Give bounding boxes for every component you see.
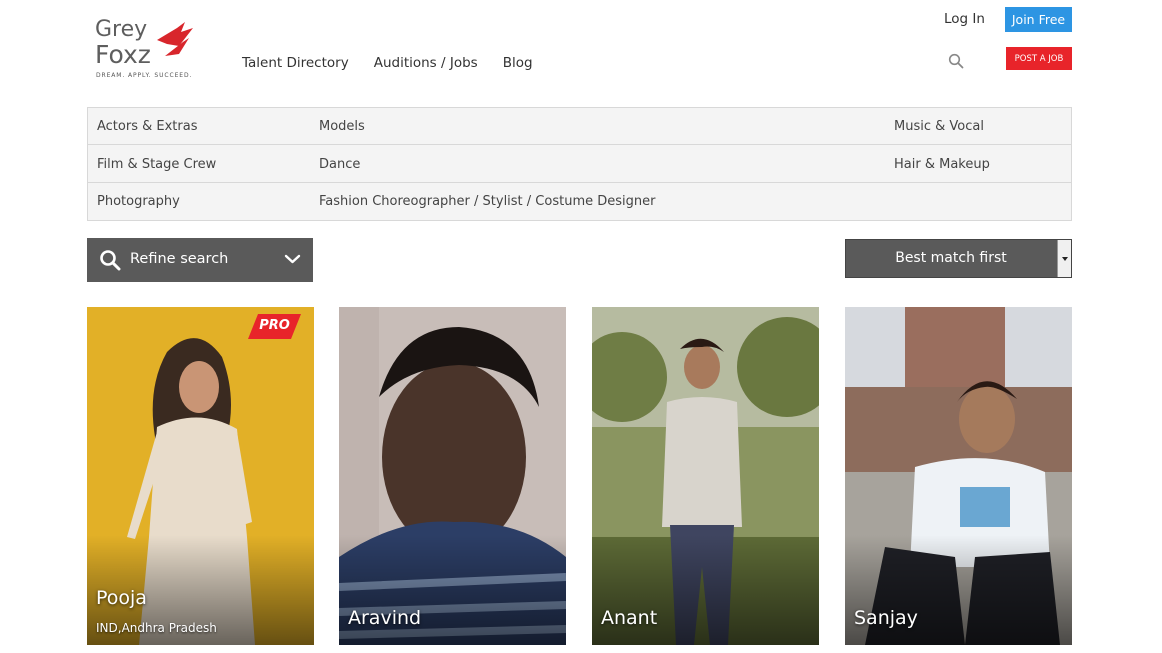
profile-card[interactable]: Sanjay [845,307,1072,645]
fox-logo-icon: Grey Foxz [95,17,193,69]
search-icon [100,250,121,271]
profile-name: Pooja [96,587,147,609]
category-fashion-stylist[interactable]: Fashion Choreographer / Stylist / Costum… [319,183,655,220]
nav-blog[interactable]: Blog [503,55,533,71]
profile-card[interactable]: Pooja IND,Andhra Pradesh [87,307,314,645]
profile-card[interactable]: Anant [592,307,819,645]
nav-auditions-jobs[interactable]: Auditions / Jobs [374,55,478,71]
category-hair-makeup[interactable]: Hair & Makeup [894,146,990,183]
category-row: Film & Stage Crew Dance Hair & Makeup [88,146,1071,183]
sort-selected-value: Best match first [895,250,1007,266]
profile-name: Aravind [348,607,422,629]
logo-tagline: DREAM. APPLY. SUCCEED. [96,72,193,79]
refine-search-button[interactable]: Refine search [87,238,313,282]
profile-card[interactable]: Aravind [339,307,566,645]
chevron-down-icon [284,254,301,264]
category-actors-extras[interactable]: Actors & Extras [97,108,197,145]
join-free-button[interactable]: Join Free [1005,7,1072,32]
login-link[interactable]: Log In [944,11,985,27]
category-photography[interactable]: Photography [97,183,180,220]
post-a-job-button[interactable]: POST A JOB [1006,47,1072,70]
sort-select[interactable]: Best match first [845,239,1072,278]
nav-talent-directory[interactable]: Talent Directory [242,55,349,71]
logo-text-foxz: Foxz [95,40,151,69]
category-music-vocal[interactable]: Music & Vocal [894,108,984,145]
category-grid: Actors & Extras Models Music & Vocal Fil… [87,107,1072,221]
profile-name: Sanjay [854,607,918,629]
pro-badge-label: PRO [259,318,290,333]
category-row: Actors & Extras Models Music & Vocal [88,108,1071,145]
category-film-stage-crew[interactable]: Film & Stage Crew [97,146,216,183]
pro-badge: PRO [248,314,301,339]
refine-search-label: Refine search [130,251,229,267]
profile-location: IND,Andhra Pradesh [96,621,217,635]
search-icon[interactable] [948,53,964,69]
dropdown-arrow-icon[interactable] [1057,240,1071,277]
brand-logo[interactable]: Grey Foxz DREAM. APPLY. SUCCEED. [95,16,197,82]
category-row: Photography Fashion Choreographer / Styl… [88,183,1071,220]
category-models[interactable]: Models [319,108,365,145]
main-nav: Talent Directory Auditions / Jobs Blog [242,55,533,71]
profile-name: Anant [601,607,658,629]
logo-text-grey: Grey [95,17,147,42]
category-dance[interactable]: Dance [319,146,360,183]
